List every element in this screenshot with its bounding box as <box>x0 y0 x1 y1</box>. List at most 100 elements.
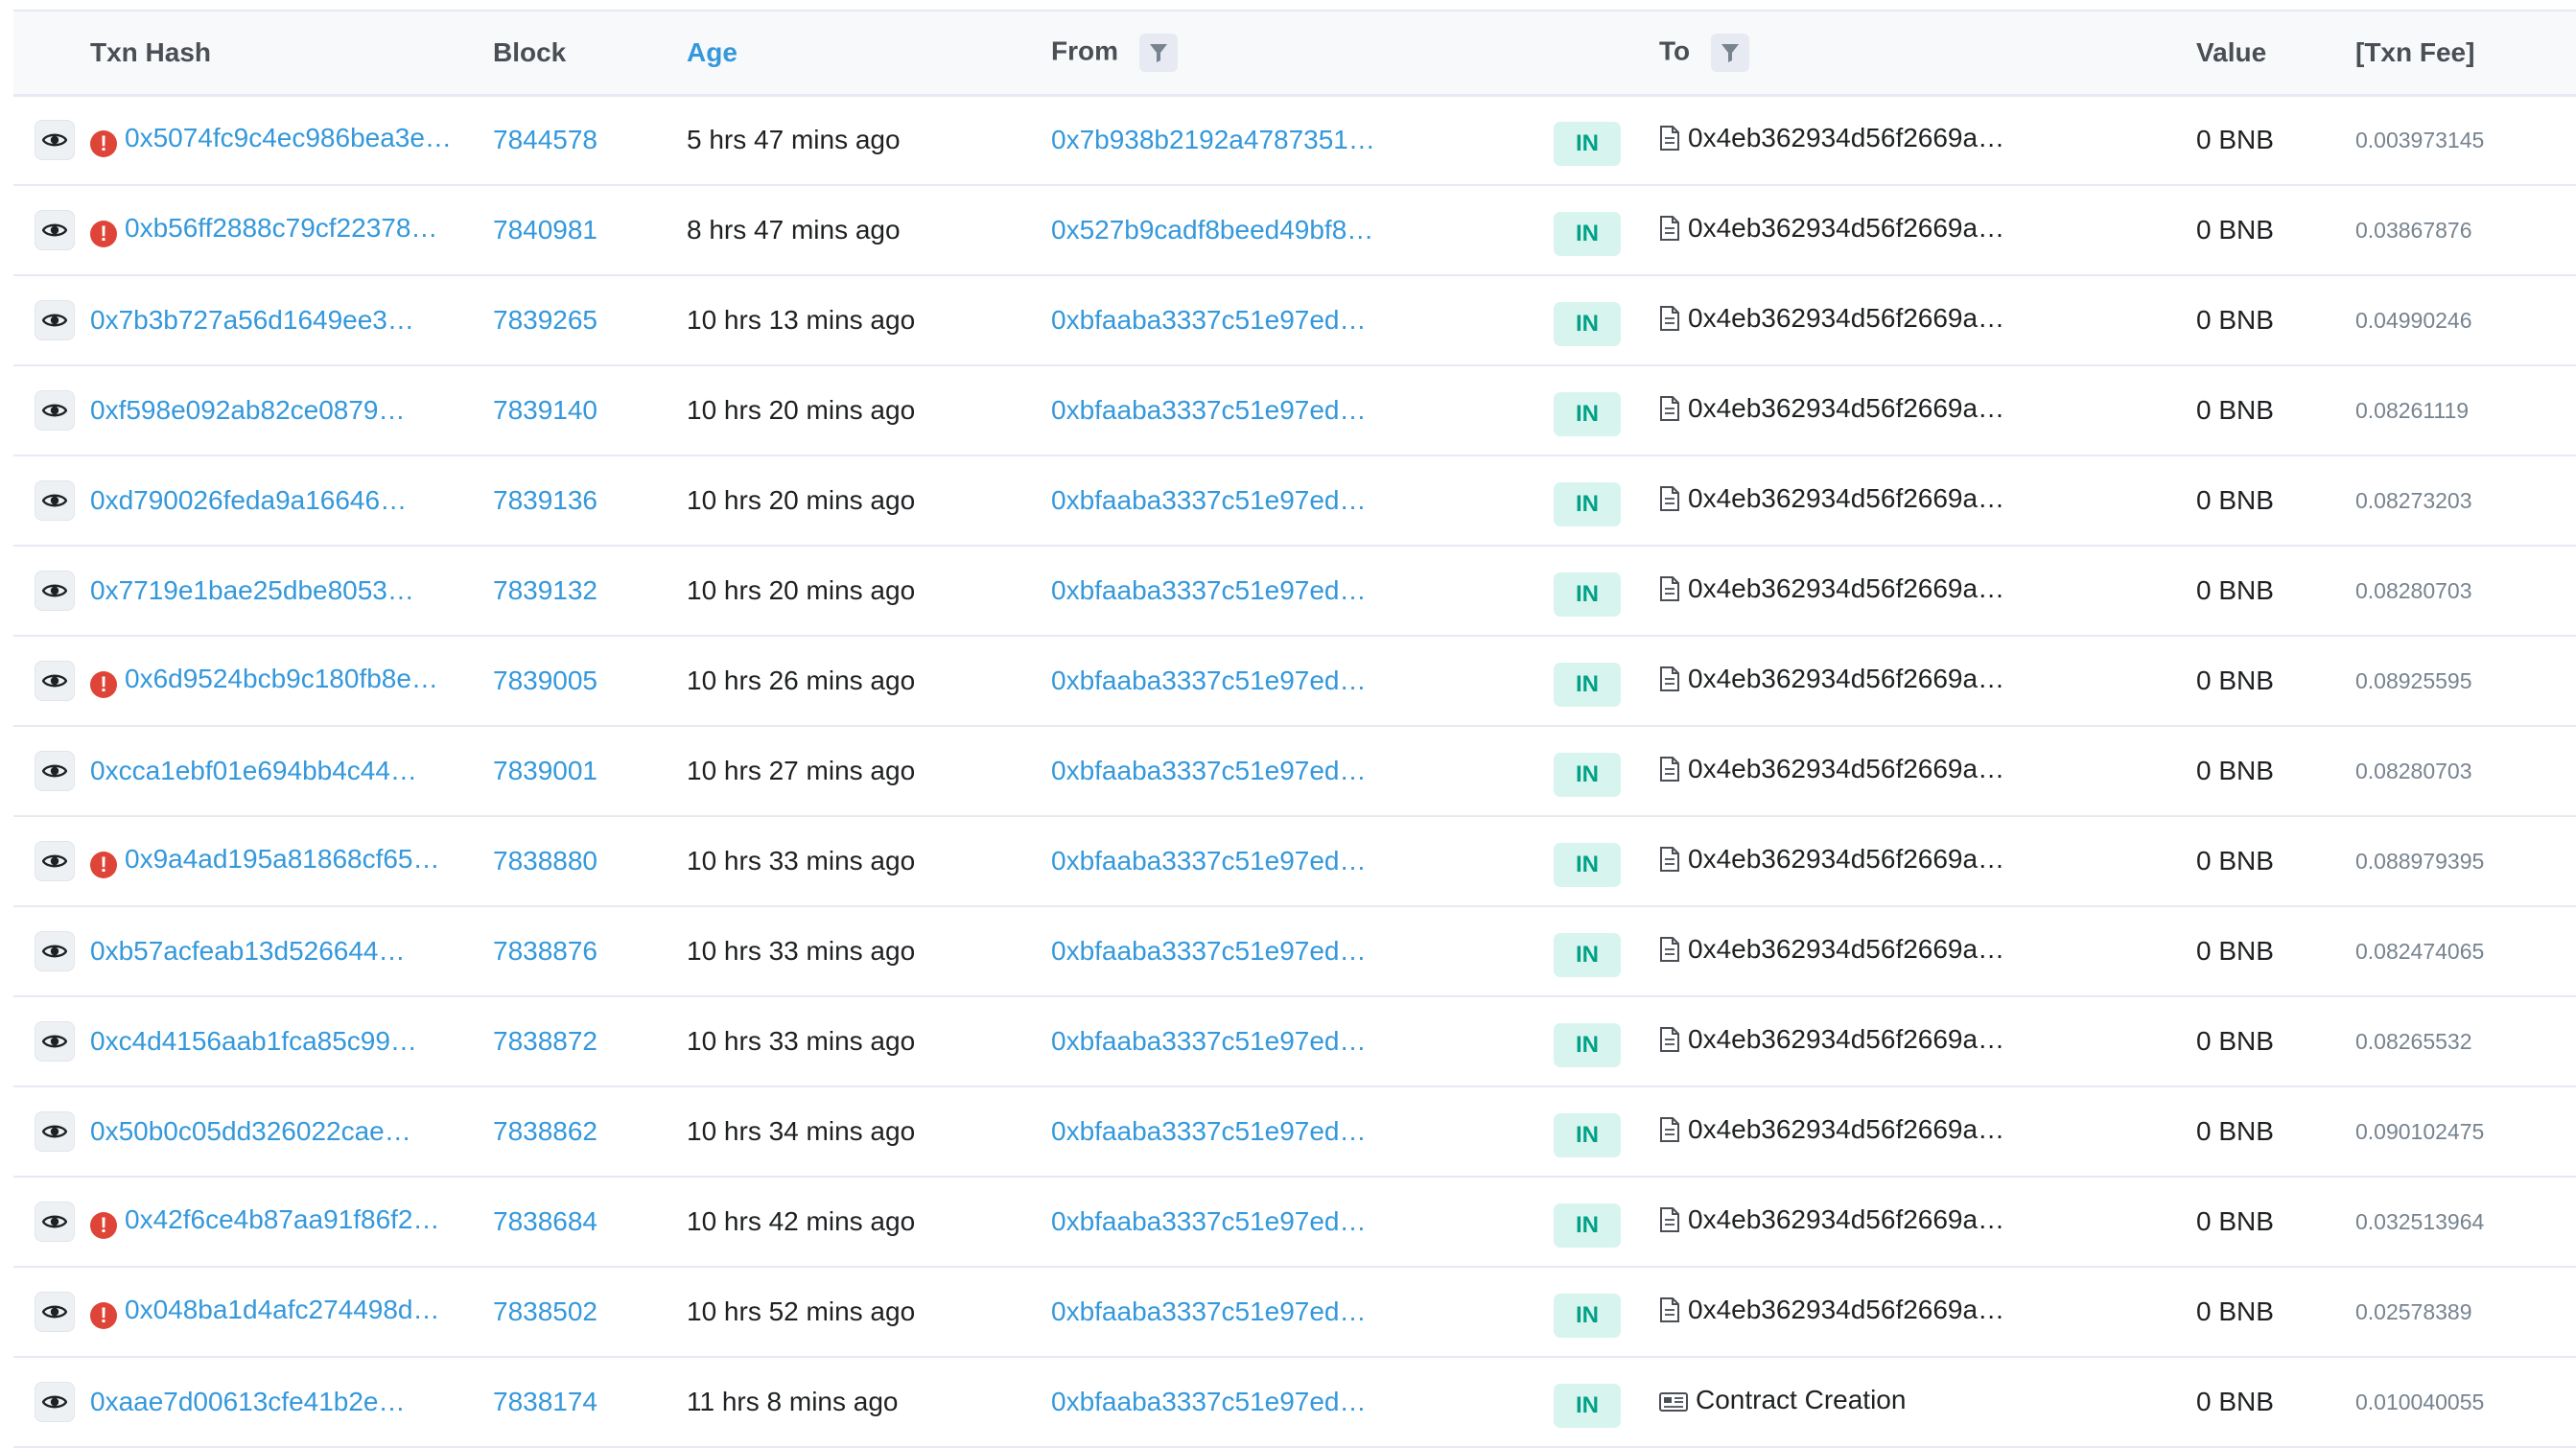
from-address-link[interactable]: 0xbfaaba3337c51e97ed… <box>1051 756 1367 785</box>
block-link[interactable]: 7839001 <box>493 756 597 785</box>
block-link[interactable]: 7838174 <box>493 1387 597 1416</box>
exclamation-circle-icon: ! <box>90 1302 117 1329</box>
to-address[interactable]: 0x4eb362934d56f2669a… <box>1688 123 2004 152</box>
age-header[interactable]: Age <box>687 11 1051 95</box>
txn-hash-link[interactable]: 0xb56ff2888c79cf22378… <box>125 213 437 243</box>
from-cell: 0xbfaaba3337c51e97ed… <box>1051 455 1554 546</box>
txn-fee-header[interactable]: [Txn Fee] <box>2355 11 2576 95</box>
document-icon <box>1659 666 1680 698</box>
from-address-link[interactable]: 0xbfaaba3337c51e97ed… <box>1051 395 1367 425</box>
view-details-button[interactable] <box>35 1202 75 1242</box>
direction-cell: IN <box>1554 95 1659 185</box>
txn-hash-link[interactable]: 0x6d9524bcb9c180fb8e… <box>125 664 438 693</box>
from-cell: 0xbfaaba3337c51e97ed… <box>1051 996 1554 1086</box>
block-link[interactable]: 7838862 <box>493 1116 597 1146</box>
from-address-link[interactable]: 0xbfaaba3337c51e97ed… <box>1051 1026 1367 1056</box>
block-link[interactable]: 7839132 <box>493 575 597 605</box>
from-address-link[interactable]: 0xbfaaba3337c51e97ed… <box>1051 305 1367 335</box>
block-link[interactable]: 7838872 <box>493 1026 597 1056</box>
to-address[interactable]: 0x4eb362934d56f2669a… <box>1688 303 2004 333</box>
view-details-button[interactable] <box>35 1111 75 1152</box>
txn-hash-link[interactable]: 0x7b3b727a56d1649ee3… <box>90 305 414 335</box>
txn-hash-link[interactable]: 0xc4d4156aab1fca85c99… <box>90 1026 417 1056</box>
view-details-button[interactable] <box>35 931 75 971</box>
view-details-button[interactable] <box>35 390 75 431</box>
from-address-link[interactable]: 0xbfaaba3337c51e97ed… <box>1051 1296 1367 1326</box>
to-address[interactable]: 0x4eb362934d56f2669a… <box>1688 213 2004 243</box>
from-address-link[interactable]: 0xbfaaba3337c51e97ed… <box>1051 666 1367 695</box>
to-address[interactable]: 0x4eb362934d56f2669a… <box>1688 573 2004 603</box>
document-icon <box>1659 757 1680 788</box>
txn-hash-link[interactable]: 0x42f6ce4b87aa91f86f2… <box>125 1204 440 1234</box>
to-address[interactable]: 0x4eb362934d56f2669a… <box>1688 1114 2004 1144</box>
txn-hash-link[interactable]: 0xf598e092ab82ce0879… <box>90 395 406 425</box>
view-details-button[interactable] <box>35 120 75 161</box>
value-cell: 0 BNB <box>2196 305 2274 335</box>
from-address-link[interactable]: 0xbfaaba3337c51e97ed… <box>1051 1387 1367 1416</box>
txn-hash-link[interactable]: 0xaae7d00613cfe41b2e… <box>90 1387 406 1416</box>
exclamation-circle-icon: ! <box>90 671 117 698</box>
txn-hash-cell: ! 0x9a4ad195a81868cf65… <box>90 816 493 906</box>
view-details-button[interactable] <box>35 1021 75 1062</box>
block-link[interactable]: 7838684 <box>493 1206 597 1236</box>
to-address[interactable]: 0x4eb362934d56f2669a… <box>1688 934 2004 964</box>
eye-icon <box>42 312 67 329</box>
txn-hash-link[interactable]: 0xb57acfeab13d526644… <box>90 936 406 966</box>
block-link[interactable]: 7844578 <box>493 125 597 154</box>
direction-cell: IN <box>1554 1086 1659 1177</box>
block-link[interactable]: 7839140 <box>493 395 597 425</box>
txn-hash-link[interactable]: 0x048ba1d4afc274498d… <box>125 1295 440 1324</box>
from-address-link[interactable]: 0x527b9cadf8beed49bf8… <box>1051 215 1373 245</box>
to-address[interactable]: 0x4eb362934d56f2669a… <box>1688 1204 2004 1234</box>
view-details-button[interactable] <box>35 1292 75 1332</box>
to-filter-button[interactable] <box>1710 33 1749 72</box>
block-link[interactable]: 7839136 <box>493 485 597 515</box>
view-details-button[interactable] <box>35 210 75 250</box>
block-link[interactable]: 7838880 <box>493 846 597 876</box>
from-filter-button[interactable] <box>1138 33 1178 72</box>
block-link[interactable]: 7838502 <box>493 1296 597 1326</box>
txn-hash-link[interactable]: 0xd790026feda9a16646… <box>90 485 407 515</box>
document-icon <box>1659 396 1680 428</box>
view-details-button[interactable] <box>35 480 75 521</box>
block-link[interactable]: 7839005 <box>493 666 597 695</box>
view-details-button[interactable] <box>35 661 75 701</box>
value-cell: 0 BNB <box>2196 1387 2274 1416</box>
from-address-link[interactable]: 0xbfaaba3337c51e97ed… <box>1051 846 1367 876</box>
txn-hash-link[interactable]: 0x9a4ad195a81868cf65… <box>125 844 440 874</box>
from-address-link[interactable]: 0xbfaaba3337c51e97ed… <box>1051 575 1367 605</box>
view-details-button[interactable] <box>35 1382 75 1422</box>
from-address-link[interactable]: 0xbfaaba3337c51e97ed… <box>1051 936 1367 966</box>
view-details-button[interactable] <box>35 300 75 340</box>
view-cell <box>13 95 90 185</box>
value-cell: 0 BNB <box>2196 936 2274 966</box>
eye-icon <box>42 943 67 960</box>
to-address[interactable]: 0x4eb362934d56f2669a… <box>1688 1295 2004 1324</box>
to-address[interactable]: 0x4eb362934d56f2669a… <box>1688 483 2004 513</box>
from-address-link[interactable]: 0xbfaaba3337c51e97ed… <box>1051 1116 1367 1146</box>
view-details-button[interactable] <box>35 841 75 881</box>
transactions-table-container: Txn Hash Block Age From To Value [Txn Fe… <box>13 10 2576 1448</box>
from-address-link[interactable]: 0xbfaaba3337c51e97ed… <box>1051 485 1367 515</box>
from-address-link[interactable]: 0x7b938b2192a4787351… <box>1051 125 1375 154</box>
from-address-link[interactable]: 0xbfaaba3337c51e97ed… <box>1051 1206 1367 1236</box>
txn-hash-link[interactable]: 0x5074fc9c4ec986bea3e… <box>125 123 452 152</box>
txn-fee-cell: 0.032513964 <box>2355 1208 2485 1234</box>
to-address[interactable]: 0x4eb362934d56f2669a… <box>1688 664 2004 693</box>
view-details-button[interactable] <box>35 751 75 791</box>
to-address[interactable]: 0x4eb362934d56f2669a… <box>1688 754 2004 783</box>
to-address[interactable]: 0x4eb362934d56f2669a… <box>1688 844 2004 874</box>
txn-hash-link[interactable]: 0x7719e1bae25dbe8053… <box>90 575 414 605</box>
from-cell: 0xbfaaba3337c51e97ed… <box>1051 546 1554 636</box>
block-link[interactable]: 7840981 <box>493 215 597 245</box>
view-details-button[interactable] <box>35 571 75 611</box>
txn-fee-cell: 0.08925595 <box>2355 667 2472 693</box>
block-link[interactable]: 7839265 <box>493 305 597 335</box>
to-address[interactable]: 0x4eb362934d56f2669a… <box>1688 1024 2004 1054</box>
to-address[interactable]: 0x4eb362934d56f2669a… <box>1688 393 2004 423</box>
value-cell: 0 BNB <box>2196 575 2274 605</box>
block-link[interactable]: 7838876 <box>493 936 597 966</box>
txn-hash-link[interactable]: 0x50b0c05dd326022cae… <box>90 1116 411 1146</box>
direction-cell: IN <box>1554 1267 1659 1357</box>
txn-hash-link[interactable]: 0xcca1ebf01e694bb4c44… <box>90 756 417 785</box>
